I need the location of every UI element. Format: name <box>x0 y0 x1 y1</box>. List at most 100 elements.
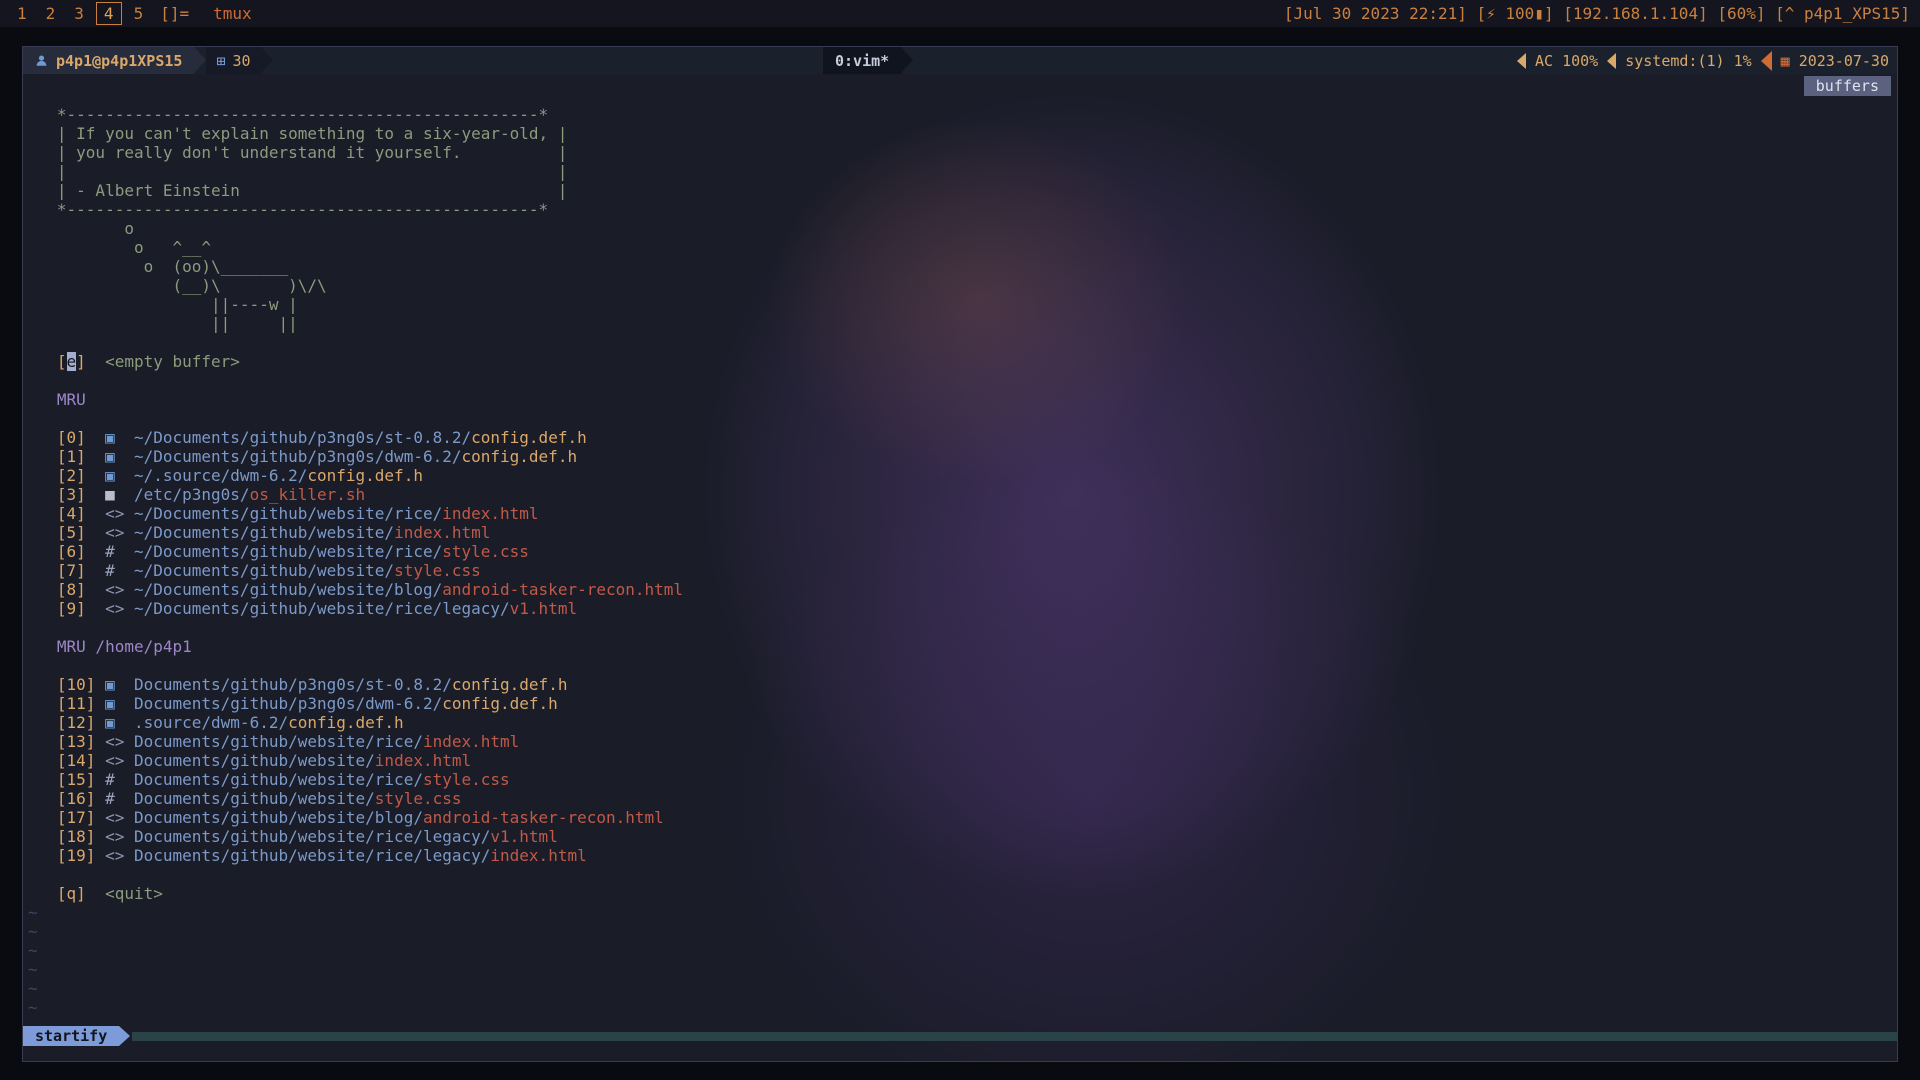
text-segment: [11] <box>28 694 105 713</box>
text-segment: ~/Documents/github/website/rice/ <box>134 542 442 561</box>
text-segment: Documents/github/website/rice/ <box>134 770 423 789</box>
tag-5[interactable]: 5 <box>127 3 151 24</box>
startify-entry[interactable]: [8] <> ~/Documents/github/website/blog/a… <box>28 580 1892 599</box>
text-segment: os_killer.sh <box>250 485 366 504</box>
tmux-window-list: 0:vim* <box>823 47 913 74</box>
powerline-arrow-icon <box>194 47 206 73</box>
startify-quote: | - Albert Einstein | <box>28 181 1892 200</box>
powerline-arrow-icon <box>119 1026 130 1046</box>
text-segment: ~ <box>28 998 38 1017</box>
layout-symbol[interactable]: []= <box>160 4 189 23</box>
tmux-right-status: AC 100% systemd:(1) 1% ▦ 2023-07-30 <box>1517 47 1897 74</box>
tag-4[interactable]: 4 <box>96 2 122 25</box>
text-segment: ~ <box>28 979 38 998</box>
text-segment: Documents/github/website/ <box>134 789 375 808</box>
text-segment: o <box>28 219 134 238</box>
text-segment: [0] <box>28 428 105 447</box>
terminal-window: p4p1@p4p1XPS15 ⊞ 30 0:vim* AC 100% syste… <box>22 46 1898 1062</box>
startify-entry[interactable]: [3] ■ /etc/p3ng0s/os_killer.sh <box>28 485 1892 504</box>
startify-entry[interactable]: [4] <> ~/Documents/github/website/rice/i… <box>28 504 1892 523</box>
buffers-label: buffers <box>1804 76 1891 96</box>
empty-line-tilde: ~ <box>28 960 1892 979</box>
startify-entry[interactable]: [14] <> Documents/github/website/index.h… <box>28 751 1892 770</box>
powerline-arrow-icon <box>261 47 273 73</box>
startify-entry[interactable]: [0] ▣ ~/Documents/github/p3ng0s/st-0.8.2… <box>28 428 1892 447</box>
empty-line-tilde: ~ <box>28 979 1892 998</box>
startify-cow: (__)\ )\/\ <box>28 276 1892 295</box>
startify-entry[interactable]: [16] # Documents/github/website/style.cs… <box>28 789 1892 808</box>
text-segment: [12] <box>28 713 105 732</box>
text-segment: *---------------------------------------… <box>28 105 548 124</box>
startify-entry[interactable]: [19] <> Documents/github/website/rice/le… <box>28 846 1892 865</box>
startify-entry[interactable]: [17] <> Documents/github/website/blog/an… <box>28 808 1892 827</box>
text-segment: [18] <box>28 827 105 846</box>
text-segment: <> <box>105 827 134 846</box>
text-segment: <> <box>105 846 134 865</box>
text-segment: [14] <box>28 751 105 770</box>
startify-entry-empty-buffer[interactable]: [e] <empty buffer> <box>28 352 1892 371</box>
startify-entry[interactable]: [13] <> Documents/github/website/rice/in… <box>28 732 1892 751</box>
statusline-mode: startify <box>23 1026 119 1046</box>
startify-cow: o <box>28 219 1892 238</box>
calendar-icon: ▦ <box>1781 52 1790 70</box>
text-segment: v1.html <box>510 599 577 618</box>
text-segment: <empty buffer> <box>86 352 240 371</box>
dwm-status-text: [Jul 30 2023 22:21] [⚡ 100▮] [192.168.1.… <box>1284 4 1910 23</box>
text-segment: [3] <box>28 485 105 504</box>
text-segment: Documents/github/p3ng0s/st-0.8.2/ <box>134 675 452 694</box>
text-segment: <> <box>105 504 134 523</box>
text-segment: ~ <box>28 960 38 979</box>
startify-entry[interactable]: [2] ▣ ~/.source/dwm-6.2/config.def.h <box>28 466 1892 485</box>
startify-entry[interactable]: [12] ▣ .source/dwm-6.2/config.def.h <box>28 713 1892 732</box>
startify-entry[interactable]: [15] # Documents/github/website/rice/sty… <box>28 770 1892 789</box>
text-segment: [10] <box>28 675 105 694</box>
tag-1[interactable]: 1 <box>10 3 34 24</box>
powerline-arrow-icon <box>1517 53 1526 69</box>
text-segment: [ <box>28 352 67 371</box>
tmux-pane-count: 30 <box>232 52 250 70</box>
startify-entry[interactable]: [6] # ~/Documents/github/website/rice/st… <box>28 542 1892 561</box>
text-segment: [5] <box>28 523 105 542</box>
startify-entry[interactable]: [7] # ~/Documents/github/website/style.c… <box>28 561 1892 580</box>
text-segment: || || <box>28 314 298 333</box>
text-segment: [17] <box>28 808 105 827</box>
startify-quote: | | <box>28 162 1892 181</box>
text-segment: Documents/github/website/rice/ <box>134 732 423 751</box>
text-segment: style.css <box>375 789 462 808</box>
statusline-fill <box>132 1032 1897 1041</box>
text-segment: ~ <box>28 941 38 960</box>
text-segment: ■ <box>105 485 134 504</box>
tmux-power-status: AC 100% <box>1535 52 1598 70</box>
startify-quote: | If you can't explain something to a si… <box>28 124 1892 143</box>
startify-entry[interactable]: [10] ▣ Documents/github/p3ng0s/st-0.8.2/… <box>28 675 1892 694</box>
buffer-line <box>28 656 1892 675</box>
text-segment: ~ <box>28 922 38 941</box>
text-segment: <> <box>105 523 134 542</box>
text-segment: ▣ <box>105 447 134 466</box>
text-segment: (__)\ )\/\ <box>28 276 327 295</box>
text-segment: MRU /home/p4p1 <box>28 637 192 656</box>
startify-entry-quit[interactable]: [q] <quit> <box>28 884 1892 903</box>
startify-entry[interactable]: [5] <> ~/Documents/github/website/index.… <box>28 523 1892 542</box>
text-segment: index.html <box>442 504 538 523</box>
startify-entry[interactable]: [9] <> ~/Documents/github/website/rice/l… <box>28 599 1892 618</box>
text-segment: [1] <box>28 447 105 466</box>
startify-section-header: MRU /home/p4p1 <box>28 637 1892 656</box>
startify-entry[interactable]: [11] ▣ Documents/github/p3ng0s/dwm-6.2/c… <box>28 694 1892 713</box>
text-segment: <> <box>105 808 134 827</box>
tmux-window-tab-label: 0:vim* <box>835 52 889 70</box>
text-segment: v1.html <box>490 827 557 846</box>
tmux-systemd-status: systemd:(1) 1% <box>1625 52 1751 70</box>
text-segment: ▣ <box>105 694 134 713</box>
tag-3[interactable]: 3 <box>67 3 91 24</box>
text-segment: config.def.h <box>288 713 404 732</box>
tag-2[interactable]: 2 <box>39 3 63 24</box>
startify-entry[interactable]: [18] <> Documents/github/website/rice/le… <box>28 827 1892 846</box>
startify-entry[interactable]: [1] ▣ ~/Documents/github/p3ng0s/dwm-6.2/… <box>28 447 1892 466</box>
text-segment: .source/dwm-6.2/ <box>134 713 288 732</box>
text-segment: <> <box>105 580 134 599</box>
tmux-window-tab[interactable]: 0:vim* <box>823 47 901 74</box>
text-segment: [7] <box>28 561 105 580</box>
text-segment: <> <box>105 732 134 751</box>
text-segment: [9] <box>28 599 105 618</box>
